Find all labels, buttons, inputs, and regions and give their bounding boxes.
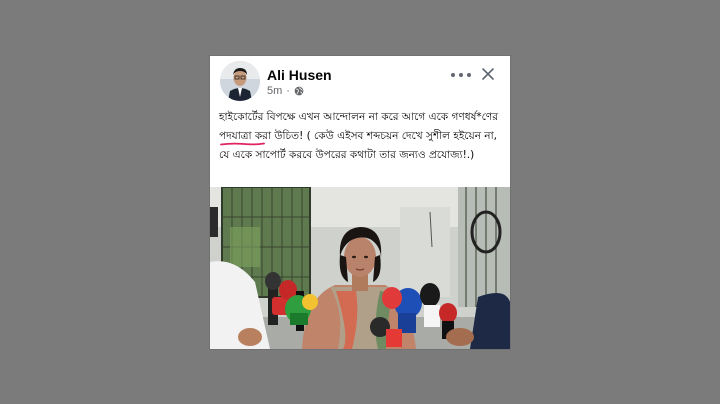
post-meta: 5m ·: [267, 85, 304, 97]
globe-icon: [294, 86, 304, 96]
author-name[interactable]: Ali Husen: [267, 67, 332, 83]
more-options-icon[interactable]: [451, 68, 471, 82]
social-post-card: Ali Husen 5m · হাইকোর্টের বিপক্ষে এখন আন…: [210, 56, 510, 349]
red-underline-mark: [220, 142, 265, 146]
post-text: হাইকোর্টের বিপক্ষে এখন আন্দোলন না করে আগ…: [219, 111, 499, 161]
post-header: Ali Husen 5m ·: [210, 56, 510, 104]
avatar[interactable]: [220, 61, 260, 101]
press-conference-image: [210, 187, 510, 349]
close-icon[interactable]: [481, 67, 495, 81]
post-photo[interactable]: [210, 187, 510, 349]
meta-separator: ·: [286, 85, 290, 97]
avatar-image: [220, 61, 260, 101]
post-time[interactable]: 5m: [267, 85, 282, 97]
